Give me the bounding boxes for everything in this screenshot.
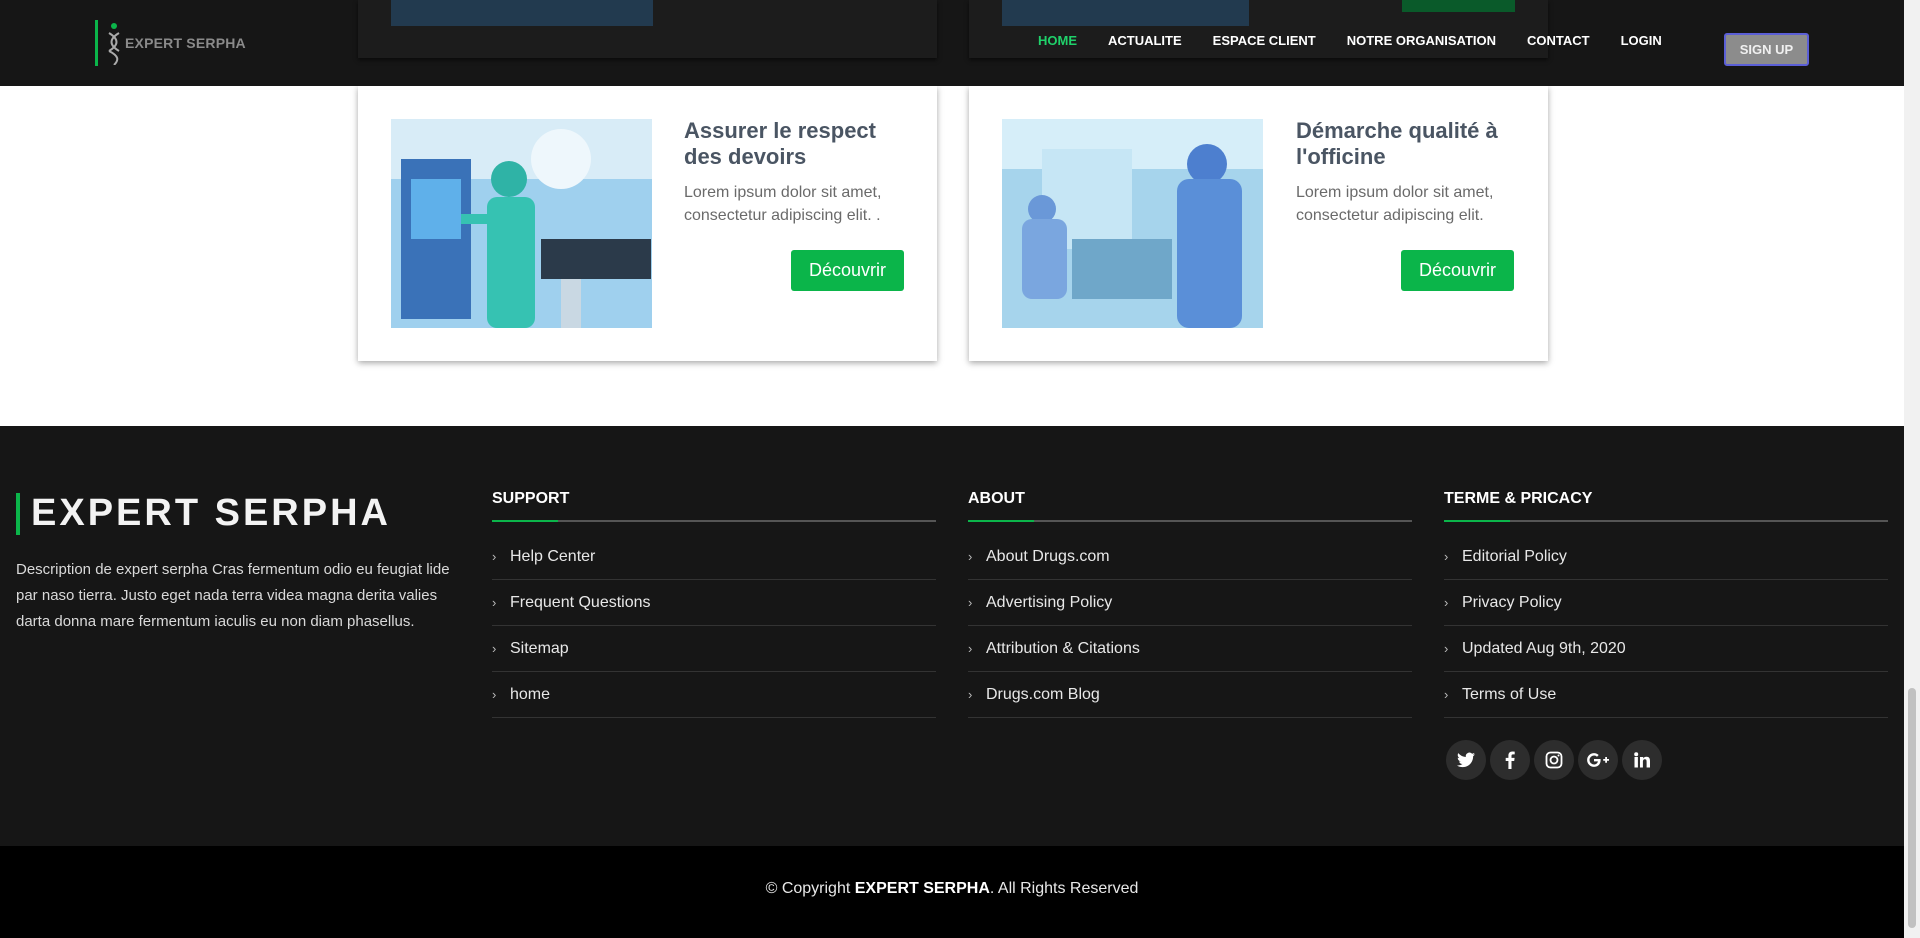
footer-link-label: About Drugs.com: [986, 547, 1110, 565]
decouvrir-button[interactable]: Découvrir: [1401, 250, 1514, 291]
footer-link[interactable]: › Attribution & Citations: [968, 626, 1412, 672]
copyright-brand: EXPERT SERPHA: [854, 880, 990, 897]
copyright-suffix: . All Rights Reserved: [989, 880, 1139, 897]
column-heading: TERME & PRICACY: [1444, 490, 1593, 507]
chevron-right-icon: ›: [968, 549, 973, 564]
facebook-icon[interactable]: [1490, 740, 1530, 780]
twitter-icon[interactable]: [1446, 740, 1486, 780]
card-ghost-right: [969, 0, 1548, 58]
chevron-right-icon: ›: [492, 595, 497, 610]
card-qualite: Démarche qualité à l'officine Lorem ipsu…: [969, 86, 1548, 361]
footer-link-label: Updated Aug 9th, 2020: [1462, 639, 1626, 657]
footer-link[interactable]: › Help Center: [492, 534, 936, 580]
footer-link-label: Sitemap: [510, 639, 569, 657]
card-image-surgeon: [391, 119, 652, 328]
copyright-prefix: © Copyright: [765, 880, 851, 897]
chevron-right-icon: ›: [968, 641, 973, 656]
card-devoirs: Assurer le respect des devoirs Lorem ips…: [358, 86, 937, 361]
chevron-right-icon: ›: [1444, 595, 1449, 610]
site-logo[interactable]: EXPERT SERPHA: [95, 20, 246, 66]
google-plus-icon[interactable]: [1578, 740, 1618, 780]
nav-home[interactable]: HOME: [1038, 33, 1077, 48]
card-ghost-left: [358, 0, 937, 58]
card-text: Lorem ipsum dolor sit amet, consectetur …: [684, 184, 882, 224]
footer-brand-name: EXPERT SERPHA: [31, 492, 391, 534]
copyright-text: © Copyright EXPERT SERPHA. All Rights Re…: [0, 880, 1904, 898]
footer-link[interactable]: › Frequent Questions: [492, 580, 936, 626]
footer-brand: EXPERT SERPHA: [16, 492, 391, 535]
chevron-right-icon: ›: [492, 641, 497, 656]
nav-espace-client[interactable]: ESPACE CLIENT: [1213, 33, 1316, 48]
instagram-icon[interactable]: [1534, 740, 1574, 780]
footer-link-label: Frequent Questions: [510, 593, 651, 611]
top-navbar: EXPERT SERPHA HOME ACTUALITE ESPACE CLIE…: [0, 0, 1904, 86]
chevron-right-icon: ›: [968, 595, 973, 610]
linkedin-icon[interactable]: [1622, 740, 1662, 780]
card-image-lab: [1002, 119, 1263, 328]
main-menu: HOME ACTUALITE ESPACE CLIENT NOTRE ORGAN…: [1038, 33, 1693, 48]
brand-accent-bar: [16, 492, 20, 535]
footer: EXPERT SERPHA Description de expert serp…: [0, 426, 1904, 846]
column-heading: SUPPORT: [492, 490, 570, 507]
logo-name: EXPERT SERPHA: [125, 35, 246, 51]
nav-actualite[interactable]: ACTUALITE: [1108, 33, 1182, 48]
footer-link-label: home: [510, 685, 551, 703]
footer-link-label: Help Center: [510, 547, 596, 565]
footer-link[interactable]: › Updated Aug 9th, 2020: [1444, 626, 1888, 672]
footer-link-label: Drugs.com Blog: [986, 685, 1100, 703]
chevron-right-icon: ›: [1444, 549, 1449, 564]
logo-accent-bar: [95, 20, 98, 66]
chevron-right-icon: ›: [1444, 687, 1449, 702]
social-links: [1446, 740, 1662, 780]
footer-column-support: SUPPORT › Help Center › Frequent Questions…: [492, 490, 936, 718]
column-divider: [1444, 520, 1888, 522]
nav-notre-organisation[interactable]: NOTRE ORGANISATION: [1347, 33, 1496, 48]
footer-column-about: ABOUT › About Drugs.com › Advertising Poli…: [968, 490, 1412, 718]
column-heading: ABOUT: [968, 490, 1025, 507]
chevron-right-icon: ›: [968, 687, 973, 702]
footer-link-label: Terms of Use: [1462, 685, 1557, 703]
nav-contact[interactable]: CONTACT: [1527, 33, 1590, 48]
card-title: Assurer le respect des devoirs: [684, 118, 876, 169]
chevron-right-icon: ›: [1444, 641, 1449, 656]
column-divider: [492, 520, 936, 522]
nav-login[interactable]: LOGIN: [1621, 33, 1662, 48]
footer-link[interactable]: › Advertising Policy: [968, 580, 1412, 626]
footer-column-terms: TERME & PRICACY › Editorial Policy › Priva…: [1444, 490, 1888, 718]
footer-link[interactable]: › home: [492, 672, 936, 718]
scrollbar-thumb[interactable]: [1908, 688, 1916, 928]
signup-button[interactable]: SIGN UP: [1724, 33, 1809, 66]
page-scrollbar[interactable]: [1904, 0, 1920, 938]
footer-link-label: Advertising Policy: [986, 593, 1113, 611]
card-text: Lorem ipsum dolor sit amet, consectetur …: [1296, 184, 1494, 224]
footer-link[interactable]: › Sitemap: [492, 626, 936, 672]
footer-description: Description de expert serpha Cras fermen…: [16, 561, 450, 630]
card-title: Démarche qualité à l'officine: [1296, 118, 1498, 169]
footer-link-label: Attribution & Citations: [986, 639, 1140, 657]
column-divider: [968, 520, 1412, 522]
dna-logo-icon: [108, 23, 120, 65]
footer-link-label: Editorial Policy: [1462, 547, 1567, 565]
chevron-right-icon: ›: [492, 687, 497, 702]
decouvrir-button[interactable]: Découvrir: [791, 250, 904, 291]
footer-link-label: Privacy Policy: [1462, 593, 1562, 611]
footer-link[interactable]: › About Drugs.com: [968, 534, 1412, 580]
copyright-bar: © Copyright EXPERT SERPHA. All Rights Re…: [0, 846, 1904, 938]
chevron-right-icon: ›: [492, 549, 497, 564]
footer-link[interactable]: › Terms of Use: [1444, 672, 1888, 718]
footer-link[interactable]: › Editorial Policy: [1444, 534, 1888, 580]
footer-link[interactable]: › Drugs.com Blog: [968, 672, 1412, 718]
footer-link[interactable]: › Privacy Policy: [1444, 580, 1888, 626]
